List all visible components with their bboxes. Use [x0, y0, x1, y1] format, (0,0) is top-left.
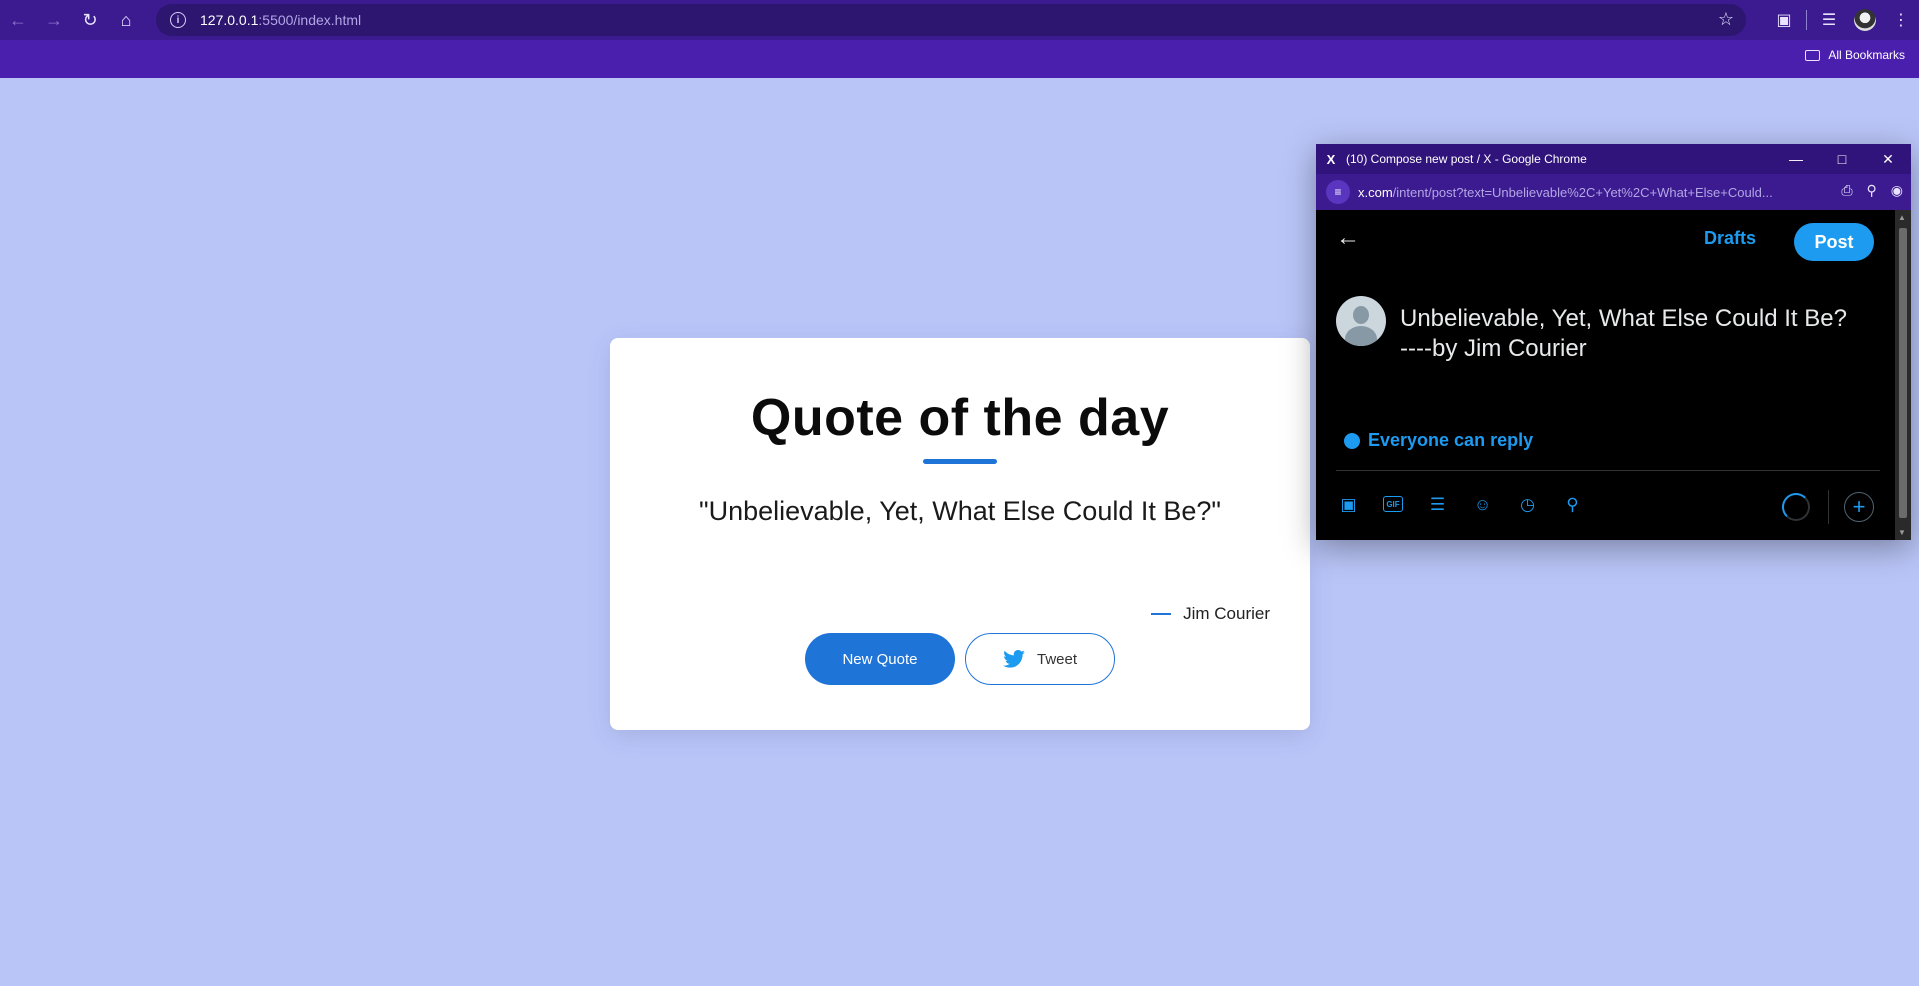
gif-icon[interactable]: GIF	[1383, 496, 1403, 512]
post-text-line-2: ----by Jim Courier	[1400, 335, 1587, 362]
window-controls: — □ ✕	[1773, 144, 1911, 174]
menu-icon[interactable]: ⋮	[1883, 4, 1919, 36]
popup-url: x.com/intent/post?text=Unbelievable%2C+Y…	[1358, 185, 1773, 200]
post-button[interactable]: Post	[1794, 223, 1874, 261]
popup-address-bar[interactable]: ≡ x.com/intent/post?text=Unbelievable%2C…	[1316, 174, 1911, 210]
compose-popup-window: X (10) Compose new post / X - Google Chr…	[1316, 144, 1911, 540]
compose-divider	[1336, 470, 1880, 471]
quote-card: Quote of the day "Unbelievable, Yet, Wha…	[610, 338, 1310, 730]
all-bookmarks-button[interactable]: All Bookmarks	[1805, 48, 1905, 62]
quote-text: "Unbelievable, Yet, What Else Could It B…	[699, 496, 1221, 526]
post-text-line-1: Unbelievable, Yet, What Else Could It Be…	[1400, 305, 1847, 332]
forward-icon[interactable]: →	[36, 4, 72, 36]
x-logo-icon: X	[1326, 151, 1336, 167]
title-underline	[923, 459, 997, 464]
popup-title-bar: X (10) Compose new post / X - Google Chr…	[1316, 144, 1911, 174]
install-app-icon[interactable]: ⎙	[1841, 182, 1852, 199]
user-avatar[interactable]	[1336, 296, 1386, 346]
scroll-down-arrow-icon[interactable]: ▼	[1898, 528, 1906, 537]
profile-avatar[interactable]	[1847, 4, 1883, 36]
zoom-icon[interactable]: ⚲	[1867, 182, 1877, 199]
popup-url-host: x.com	[1358, 184, 1393, 200]
popup-window-title: (10) Compose new post / X - Google Chrom…	[1346, 152, 1587, 166]
tweet-label: Tweet	[1036, 650, 1078, 668]
popup-url-path: /intent/post?text=Unbelievable%2C+Yet%2C…	[1392, 184, 1773, 200]
minimize-icon[interactable]: —	[1773, 144, 1819, 174]
toolbar-separator	[1828, 490, 1829, 524]
media-controls-icon[interactable]: ☰	[1811, 4, 1847, 36]
emoji-icon[interactable]: ☺	[1470, 492, 1495, 517]
browser-chrome: ← → ↻ ⌂ i 127.0.0.1:5500/index.html ☆ ▣ …	[0, 0, 1919, 78]
twitter-bird-icon	[1003, 650, 1025, 668]
author-dash	[1151, 613, 1172, 615]
add-post-button[interactable]: +	[1844, 492, 1874, 522]
reply-setting-button[interactable]: Everyone can reply	[1344, 430, 1533, 451]
bookmarks-bar: All Bookmarks	[0, 42, 1919, 72]
popup-url-actions: ⎙ ⚲ ◉	[1841, 182, 1903, 199]
address-url: 127.0.0.1:5500/index.html	[200, 12, 361, 28]
image-icon[interactable]: ▣	[1336, 492, 1361, 517]
new-quote-button[interactable]: New Quote	[805, 633, 955, 685]
author-name: Jim Courier	[1183, 604, 1270, 623]
site-info-icon[interactable]: i	[170, 12, 186, 28]
all-bookmarks-label: All Bookmarks	[1828, 48, 1905, 62]
reply-setting-label: Everyone can reply	[1368, 430, 1534, 450]
compose-panel: ← Drafts Post Unbelievable, Yet, What El…	[1316, 210, 1895, 540]
bookmark-star-icon[interactable]: ☆	[1718, 9, 1734, 30]
url-path: :5500/index.html	[258, 12, 362, 28]
address-bar[interactable]: i 127.0.0.1:5500/index.html ☆	[156, 4, 1746, 36]
globe-icon	[1344, 432, 1360, 449]
maximize-icon[interactable]: □	[1819, 144, 1865, 174]
url-host: 127.0.0.1	[200, 12, 259, 28]
schedule-icon[interactable]: ◷	[1515, 492, 1540, 517]
browser-toolbar: ← → ↻ ⌂ i 127.0.0.1:5500/index.html ☆ ▣ …	[0, 0, 1919, 40]
tracking-hidden-icon[interactable]: ◉	[1891, 182, 1903, 199]
back-arrow-icon[interactable]: ←	[1336, 224, 1360, 252]
back-icon[interactable]: ←	[0, 4, 36, 36]
reload-icon[interactable]: ↻	[72, 4, 108, 36]
drafts-button[interactable]: Drafts	[1704, 228, 1756, 249]
page-title: Quote of the day	[750, 389, 1170, 447]
compose-toolbar: ▣ GIF ☰ ☺ ◷ ⚲	[1336, 492, 1585, 517]
post-textarea[interactable]: Unbelievable, Yet, What Else Could It Be…	[1400, 304, 1880, 364]
location-icon[interactable]: ⚲	[1560, 492, 1585, 517]
scrollbar-thumb[interactable]	[1899, 228, 1907, 518]
extensions-icon[interactable]: ▣	[1766, 4, 1802, 36]
popup-scrollbar[interactable]: ▲ ▼	[1895, 210, 1911, 540]
character-count-ring	[1782, 493, 1810, 521]
quote-author: Jim Courier	[1151, 604, 1270, 624]
poll-icon[interactable]: ☰	[1425, 492, 1450, 517]
toolbar-divider	[1806, 10, 1807, 30]
close-icon[interactable]: ✕	[1865, 144, 1911, 174]
folder-icon	[1805, 49, 1821, 61]
site-settings-icon[interactable]: ≡	[1326, 180, 1350, 204]
home-icon[interactable]: ⌂	[108, 4, 144, 36]
scroll-up-arrow-icon[interactable]: ▲	[1898, 213, 1906, 222]
tweet-button[interactable]: Tweet	[965, 633, 1115, 685]
toolbar-actions: ▣ ☰ ⋮	[1766, 0, 1919, 40]
